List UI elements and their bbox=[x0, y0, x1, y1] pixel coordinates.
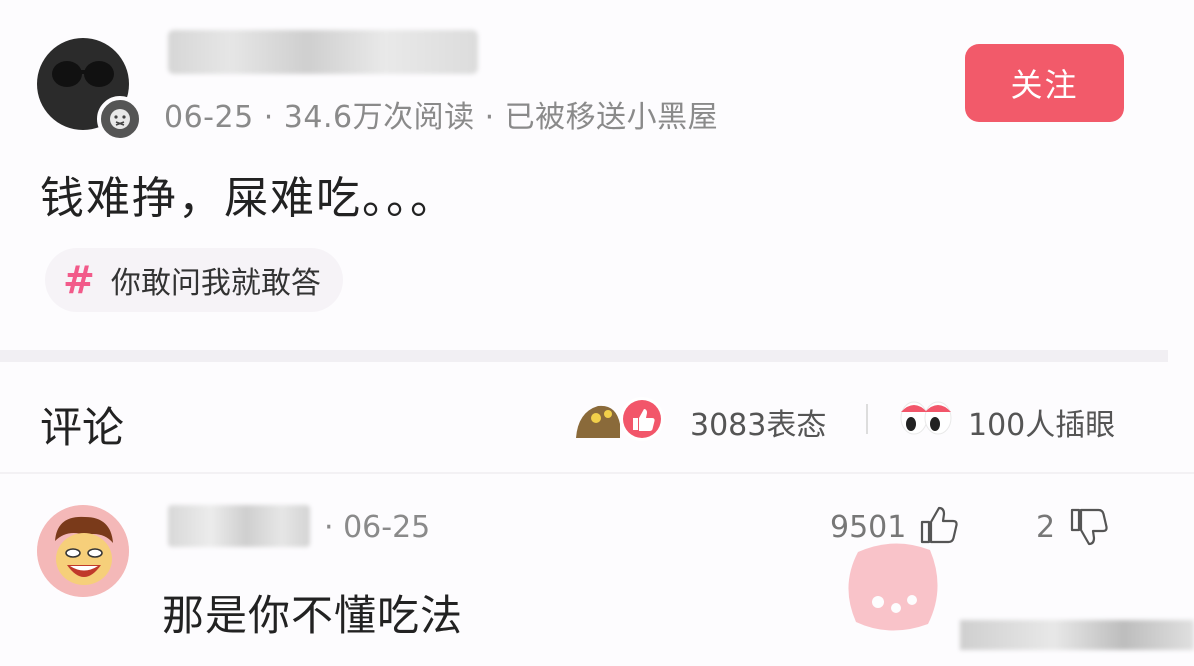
comment-date: · 06-25 bbox=[324, 510, 431, 545]
reaction-count[interactable]: 3083表态 bbox=[690, 400, 826, 444]
post-body: 钱难挣，屎难吃。。。 bbox=[40, 173, 456, 224]
commenter-avatar[interactable] bbox=[37, 505, 129, 597]
post-meta: 06-25 · 34.6万次阅读 · 已被移送小黑屋 bbox=[164, 100, 719, 135]
hashtag-icon: # bbox=[63, 258, 95, 302]
topic-label: 你敢问我就敢答 bbox=[110, 266, 321, 301]
follow-button[interactable]: 关注 bbox=[965, 44, 1124, 122]
avatar-sunglasses-icon bbox=[52, 61, 114, 87]
author-name-redacted bbox=[168, 30, 478, 74]
comment-body: 那是你不懂吃法 bbox=[162, 591, 464, 640]
thumbs-up-reaction-icon[interactable] bbox=[572, 394, 672, 444]
commenter-name-redacted bbox=[168, 505, 310, 547]
eyes-reaction-icon[interactable] bbox=[898, 398, 954, 440]
dislike-icon[interactable] bbox=[1068, 506, 1110, 548]
watermark-redacted bbox=[960, 620, 1194, 650]
section-divider bbox=[0, 350, 1168, 362]
author-avatar[interactable] bbox=[37, 38, 143, 142]
mute-badge-icon bbox=[97, 96, 143, 142]
watermark-stamp bbox=[848, 543, 938, 631]
section-divider bbox=[0, 472, 1194, 474]
dislike-count: 2 bbox=[1036, 510, 1056, 545]
comments-title: 评论 bbox=[40, 403, 125, 452]
divider bbox=[866, 404, 868, 434]
topic-tag[interactable]: # 你敢问我就敢答 bbox=[45, 248, 343, 312]
eyes-count[interactable]: 100人插眼 bbox=[968, 400, 1115, 444]
